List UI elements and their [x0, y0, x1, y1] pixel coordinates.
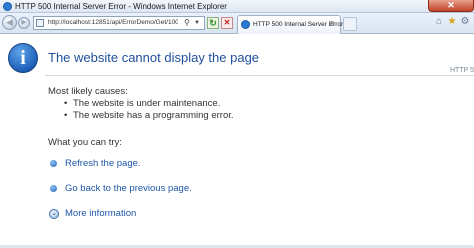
tab-active[interactable]: HTTP 500 Internal Server Error ✕	[237, 15, 343, 34]
error-page: i The website cannot display the page HT…	[0, 34, 474, 248]
more-information-link[interactable]: More information	[65, 207, 136, 220]
close-tab-icon[interactable]: ✕	[329, 20, 335, 29]
address-bar[interactable]: http://localhost:12851/api/ErrorDemo/Get…	[33, 16, 205, 30]
try-heading: What you can try:	[48, 137, 122, 148]
cause-item: • The website has a programming error.	[64, 110, 234, 122]
bullet-icon: •	[64, 98, 68, 109]
causes-heading: Most likely causes:	[48, 86, 128, 97]
page-icon	[36, 19, 44, 27]
divider	[45, 75, 474, 76]
cause-text: The website has a programming error.	[73, 110, 234, 121]
title-bar: HTTP 500 Internal Server Error - Windows…	[0, 0, 474, 13]
navigation-bar: ◀ ▶ http://localhost:12851/api/ErrorDemo…	[0, 13, 474, 34]
ie-logo-icon	[241, 20, 250, 29]
forward-button[interactable]: ▶	[18, 17, 30, 29]
refresh-page-action[interactable]: Refresh the page.	[49, 157, 349, 171]
bullet-icon: •	[64, 110, 68, 121]
more-information-action[interactable]: ⌄ More information	[49, 207, 349, 221]
go-back-link[interactable]: Go back to the previous page.	[65, 182, 192, 195]
browser-window: HTTP 500 Internal Server Error - Windows…	[0, 0, 474, 248]
refresh-page-link[interactable]: Refresh the page.	[65, 157, 141, 170]
blue-bullet-icon	[50, 160, 57, 167]
address-url[interactable]: http://localhost:12851/api/ErrorDemo/Get…	[48, 17, 178, 29]
ie-logo-icon	[3, 2, 12, 11]
blue-bullet-icon	[50, 185, 57, 192]
new-tab-button[interactable]	[343, 17, 357, 31]
search-icon[interactable]: ⚲	[184, 18, 190, 28]
cause-text: The website is under maintenance.	[73, 98, 221, 109]
home-icon[interactable]: ⌂	[433, 16, 445, 28]
gear-icon[interactable]: ⚙	[459, 16, 471, 28]
window-title: HTTP 500 Internal Server Error - Windows…	[15, 2, 227, 11]
status-code: HTTP 500	[450, 67, 474, 74]
close-window-button[interactable]: ✕	[428, 0, 474, 12]
info-icon: i	[8, 43, 38, 73]
expand-chevron-icon[interactable]: ⌄	[49, 209, 59, 219]
chevron-down-icon[interactable]: ▼	[194, 18, 200, 28]
go-back-action[interactable]: Go back to the previous page.	[49, 182, 349, 196]
stop-icon[interactable]: ✕	[221, 17, 233, 29]
star-icon[interactable]: ★	[446, 16, 458, 28]
page-title: The website cannot display the page	[48, 50, 260, 65]
cause-item: • The website is under maintenance.	[64, 98, 220, 110]
back-button[interactable]: ◀	[2, 15, 17, 30]
refresh-icon[interactable]: ↻	[207, 17, 219, 29]
